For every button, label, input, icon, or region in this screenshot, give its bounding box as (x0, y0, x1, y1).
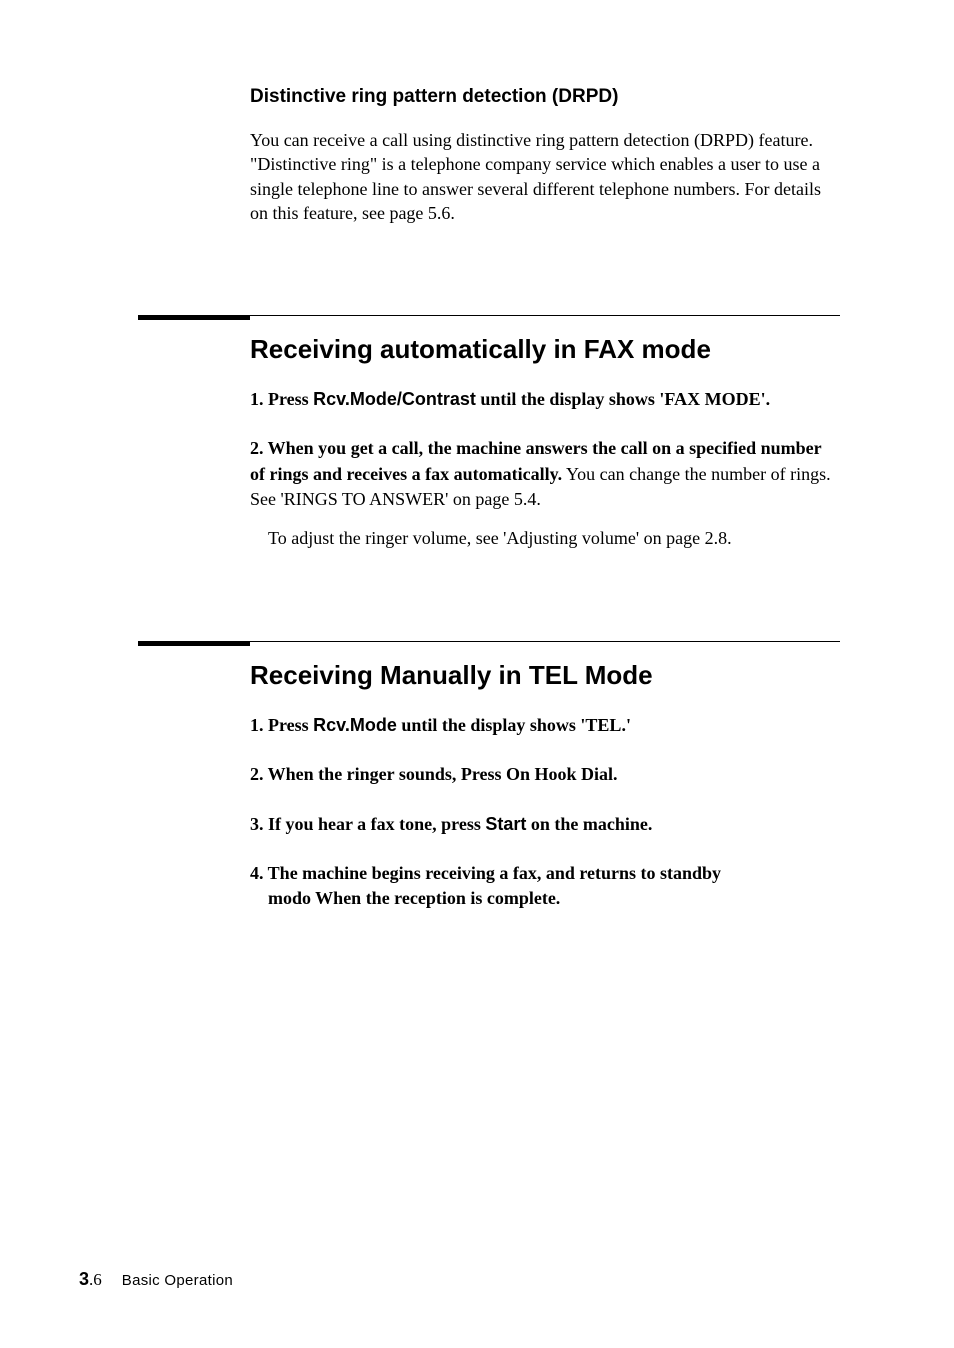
fax-step1-bold: Rcv.Mode/Contrast (313, 389, 476, 409)
tel-step3-bold: Start (485, 814, 526, 834)
divider-thin-line (250, 315, 840, 316)
tel-step1-suffix: until the display shows 'TEL.' (397, 715, 631, 735)
tel-step3-suffix: on the machine. (526, 814, 652, 834)
tel-step1-bold: Rcv.Mode (313, 715, 397, 735)
page-footer: 3.6 Basic Operation (79, 1269, 233, 1290)
fax-step1-prefix: 1. Press (250, 389, 313, 409)
fax-step2-sub: To adjust the ringer volume, see 'Adjust… (250, 526, 840, 551)
divider-thin-line-2 (250, 641, 840, 642)
footer-label: Basic Operation (122, 1272, 233, 1289)
page-number-major: 3 (79, 1269, 89, 1289)
drpd-body: You can receive a call using distinctive… (250, 128, 840, 225)
tel-step1-prefix: 1. Press (250, 715, 313, 735)
section-divider-2 (138, 641, 840, 646)
tel-mode-steps: 1. Press Rcv.Mode until the display show… (250, 713, 840, 911)
fax-mode-steps: 1. Press Rcv.Mode/Contrast until the dis… (250, 387, 840, 551)
tel-step4-line1: 4. The machine begins receiving a fax, a… (250, 863, 721, 883)
tel-step-1: 1. Press Rcv.Mode until the display show… (250, 713, 840, 738)
tel-step4-line2: modo When the reception is complete. (250, 888, 560, 908)
section-divider (138, 315, 840, 320)
page-number-minor: .6 (89, 1270, 102, 1289)
drpd-section: Distinctive ring pattern detection (DRPD… (250, 86, 840, 225)
drpd-heading: Distinctive ring pattern detection (DRPD… (250, 86, 840, 108)
page-content: Distinctive ring pattern detection (DRPD… (0, 0, 954, 911)
fax-step-1: 1. Press Rcv.Mode/Contrast until the dis… (250, 387, 840, 412)
divider-thick-bar-2 (138, 641, 250, 646)
divider-thick-bar (138, 315, 250, 320)
tel-step-3: 3. If you hear a fax tone, press Start o… (250, 812, 840, 837)
tel-step3-prefix: 3. If you hear a fax tone, press (250, 814, 485, 834)
tel-step-4: 4. The machine begins receiving a fax, a… (250, 861, 840, 911)
fax-step-2: 2. When you get a call, the machine answ… (250, 436, 840, 551)
fax-step1-suffix: until the display shows 'FAX MODE'. (476, 389, 770, 409)
tel-step-2: 2. When the ringer sounds, Press On Hook… (250, 762, 840, 787)
tel-mode-heading: Receiving Manually in TEL Mode (250, 660, 840, 691)
fax-mode-heading: Receiving automatically in FAX mode (250, 334, 840, 365)
